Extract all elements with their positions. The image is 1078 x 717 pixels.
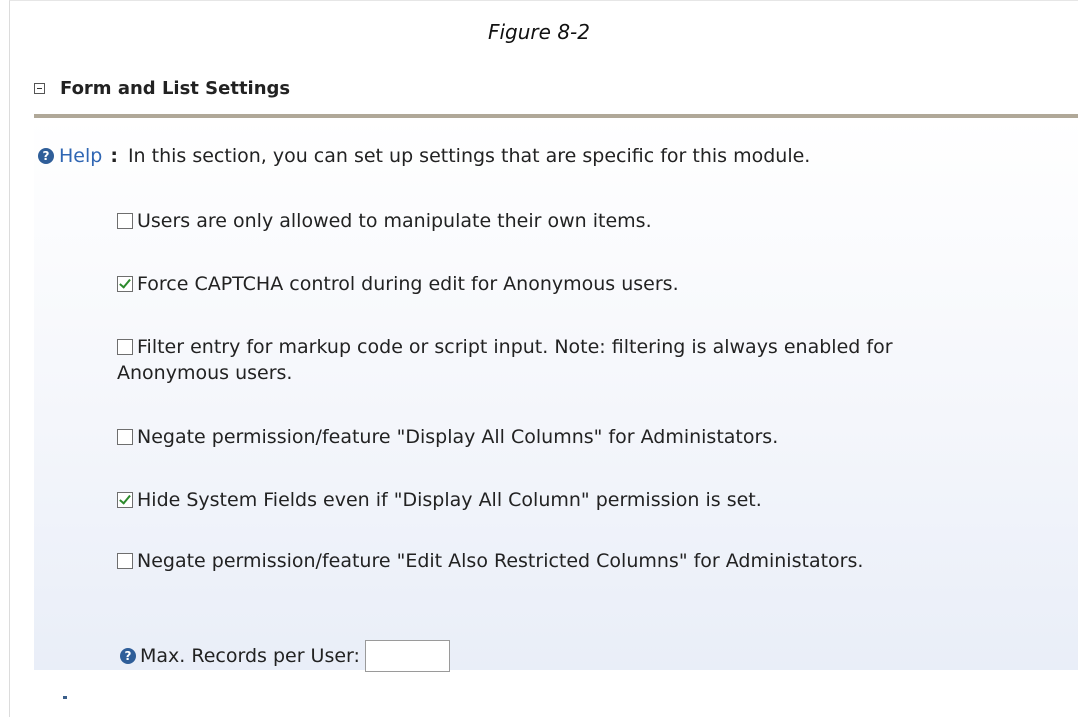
option-own-items[interactable]: Users are only allowed to manipulate the… bbox=[117, 208, 652, 234]
option-label: Negate permission/feature "Edit Also Res… bbox=[137, 550, 864, 572]
figure-caption: Figure 8-2 bbox=[488, 20, 590, 44]
checkbox-filter-markup[interactable] bbox=[117, 339, 133, 355]
max-records-row: ? Max. Records per User: bbox=[120, 640, 450, 672]
collapse-minus-icon[interactable] bbox=[34, 82, 45, 94]
max-records-label: Max. Records per User: bbox=[140, 645, 360, 667]
checkbox-negate-display-all[interactable] bbox=[117, 429, 133, 445]
help-separator: : bbox=[110, 145, 118, 167]
option-label: Filter entry for markup code or script i… bbox=[117, 336, 893, 384]
option-negate-edit-restricted[interactable]: Negate permission/feature "Edit Also Res… bbox=[117, 548, 907, 574]
option-filter-markup[interactable]: Filter entry for markup code or script i… bbox=[117, 334, 977, 386]
checkbox-force-captcha[interactable] bbox=[117, 276, 133, 292]
panel-corner-mark bbox=[63, 696, 67, 699]
checkbox-negate-edit-restricted[interactable] bbox=[117, 553, 133, 569]
help-row: ? Help : In this section, you can set up… bbox=[38, 140, 810, 172]
option-label: Negate permission/feature "Display All C… bbox=[137, 426, 779, 448]
option-hide-system-fields[interactable]: Hide System Fields even if "Display All … bbox=[117, 487, 762, 513]
section-title: Form and List Settings bbox=[60, 77, 291, 99]
max-records-input[interactable] bbox=[364, 640, 450, 672]
section-header[interactable]: Form and List Settings bbox=[34, 74, 290, 102]
option-negate-display-all[interactable]: Negate permission/feature "Display All C… bbox=[117, 424, 778, 450]
option-label: Hide System Fields even if "Display All … bbox=[137, 489, 762, 511]
help-link[interactable]: Help bbox=[59, 145, 102, 167]
option-label: Users are only allowed to manipulate the… bbox=[137, 210, 652, 232]
checkbox-own-items[interactable] bbox=[117, 213, 133, 229]
option-force-captcha[interactable]: Force CAPTCHA control during edit for An… bbox=[117, 271, 679, 297]
help-text: In this section, you can set up settings… bbox=[127, 145, 811, 167]
checkbox-hide-system-fields[interactable] bbox=[117, 492, 133, 508]
option-label: Force CAPTCHA control during edit for An… bbox=[137, 273, 679, 295]
help-question-icon[interactable]: ? bbox=[38, 148, 54, 164]
settings-panel bbox=[34, 118, 1078, 670]
help-question-icon[interactable]: ? bbox=[120, 648, 136, 664]
